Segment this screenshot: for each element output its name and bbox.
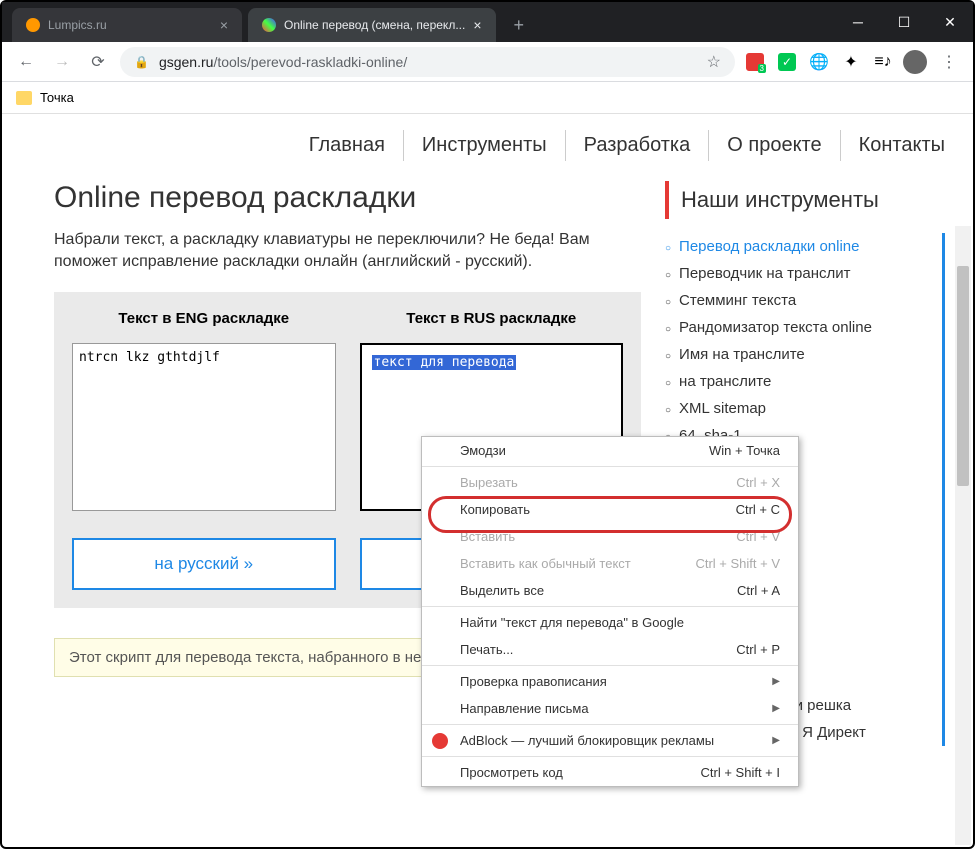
context-menu: ЭмодзиWin + Точка ВырезатьCtrl + X Копир…	[421, 436, 799, 787]
profile-avatar[interactable]	[903, 50, 927, 74]
bookmark-star-icon[interactable]: ☆	[707, 52, 721, 72]
nav-dev[interactable]: Разработка	[566, 130, 710, 161]
ctx-paste[interactable]: ВставитьCtrl + V	[422, 523, 798, 550]
tool-item[interactable]: Имя на транслите	[665, 341, 934, 368]
ctx-spellcheck[interactable]: Проверка правописания▶	[422, 668, 798, 695]
scrollbar[interactable]	[955, 226, 971, 845]
favicon	[26, 18, 40, 32]
nav-contacts[interactable]: Контакты	[841, 130, 945, 161]
close-icon[interactable]: ×	[220, 17, 228, 33]
ctx-emoji[interactable]: ЭмодзиWin + Точка	[422, 437, 798, 464]
bookmark-item[interactable]: Точка	[40, 90, 74, 105]
adblock-icon	[432, 733, 448, 749]
site-nav: Главная Инструменты Разработка О проекте…	[54, 114, 945, 181]
ctx-search-google[interactable]: Найти "текст для перевода" в Google	[422, 609, 798, 636]
tab-lumpics[interactable]: Lumpics.ru ×	[12, 8, 242, 42]
ctx-copy[interactable]: КопироватьCtrl + C	[422, 496, 798, 523]
tool-item[interactable]: Рандомизатор текста online	[665, 314, 934, 341]
window-controls: ─ ☐ ✕	[835, 2, 973, 42]
adblock-extension[interactable]	[743, 50, 767, 74]
ctx-paste-plain[interactable]: Вставить как обычный текстCtrl + Shift +…	[422, 550, 798, 577]
tab-title: Online перевод (смена, перекл...	[284, 18, 465, 32]
reload-button[interactable]: ⟳	[84, 48, 112, 76]
tool-item[interactable]: Перевод раскладки online	[665, 233, 934, 260]
textarea-eng[interactable]	[72, 343, 336, 511]
sidebar-title: Наши инструменты	[665, 181, 945, 219]
label-eng: Текст в ENG раскладке	[72, 310, 336, 327]
address-bar[interactable]: 🔒 gsgen.ru/tools/perevod-raskladki-onlin…	[120, 47, 735, 77]
browser-titlebar: Lumpics.ru × Online перевод (смена, пере…	[2, 2, 973, 42]
tool-item[interactable]: Стемминг текста	[665, 287, 934, 314]
nav-home[interactable]: Главная	[291, 130, 404, 161]
nav-tools[interactable]: Инструменты	[404, 130, 566, 161]
ctx-print[interactable]: Печать...Ctrl + P	[422, 636, 798, 663]
new-tab-button[interactable]: +	[502, 8, 537, 42]
tab-title: Lumpics.ru	[48, 18, 212, 32]
browser-toolbar: ← → ⟳ 🔒 gsgen.ru/tools/perevod-raskladki…	[2, 42, 973, 82]
ctx-cut[interactable]: ВырезатьCtrl + X	[422, 469, 798, 496]
tool-item[interactable]: Переводчик на транслит	[665, 260, 934, 287]
tab-strip: Lumpics.ru × Online перевод (смена, пере…	[2, 2, 835, 42]
label-rus: Текст в RUS раскладке	[360, 310, 624, 327]
page-title: Online перевод раскладки	[54, 181, 641, 215]
extension-check[interactable]: ✓	[775, 50, 799, 74]
reading-list-icon[interactable]: ≡♪	[871, 50, 895, 74]
tab-gsgen[interactable]: Online перевод (смена, перекл... ×	[248, 8, 496, 42]
ctx-inspect[interactable]: Просмотреть кодCtrl + Shift + I	[422, 759, 798, 786]
forward-button[interactable]: →	[48, 48, 76, 76]
lock-icon: 🔒	[134, 55, 149, 69]
scroll-thumb[interactable]	[957, 266, 969, 486]
to-russian-button[interactable]: на русский »	[72, 538, 336, 590]
tool-item[interactable]: XML sitemap	[665, 395, 934, 422]
close-icon[interactable]: ×	[473, 17, 481, 33]
menu-button[interactable]: ⋮	[935, 48, 963, 76]
folder-icon	[16, 91, 32, 105]
url-text: gsgen.ru/tools/perevod-raskladki-online/	[159, 54, 697, 70]
ctx-select-all[interactable]: Выделить всеCtrl + A	[422, 577, 798, 604]
favicon	[262, 18, 276, 32]
close-button[interactable]: ✕	[927, 2, 973, 42]
extension-globe[interactable]: 🌐	[807, 50, 831, 74]
extensions-icon[interactable]: ✦	[839, 50, 863, 74]
page-description: Набрали текст, а раскладку клавиатуры не…	[54, 229, 641, 274]
ctx-direction[interactable]: Направление письма▶	[422, 695, 798, 722]
ctx-adblock[interactable]: AdBlock — лучший блокировщик рекламы▶	[422, 727, 798, 754]
tool-item[interactable]: на транслите	[665, 368, 934, 395]
minimize-button[interactable]: ─	[835, 2, 881, 42]
bookmarks-bar: Точка	[2, 82, 973, 114]
nav-about[interactable]: О проекте	[709, 130, 840, 161]
maximize-button[interactable]: ☐	[881, 2, 927, 42]
back-button[interactable]: ←	[12, 48, 40, 76]
